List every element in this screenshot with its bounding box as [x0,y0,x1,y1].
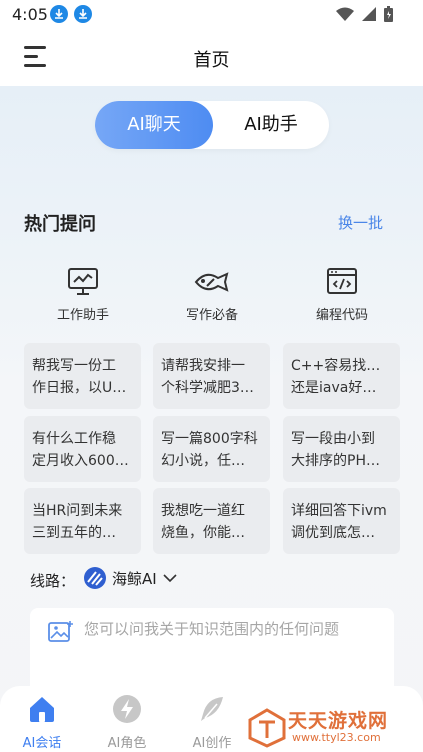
card-line: 烧鱼，你能… [161,525,245,541]
app-header: 首页 [0,32,423,86]
prompt-card[interactable]: 请帮我安排一 个科学减肥3… [153,343,270,409]
nav-ai-chat[interactable]: AI会话 [7,694,77,751]
chevron-down-icon [163,574,177,583]
card-line: 详细回答下ivm [291,503,387,519]
card-line: 幻小说，任… [161,453,245,469]
monitor-chart-icon [28,266,138,298]
battery-icon [384,6,393,22]
prompt-card[interactable]: 我想吃一道红 烧鱼，你能… [153,488,270,554]
prompt-card[interactable]: 当HR问到未来 三到五年的… [24,488,141,554]
route-label: 线路： [30,572,76,590]
card-line: 帮我写一份工 [32,358,116,374]
prompt-card[interactable]: 写一段由小到 大排序的PH… [283,416,400,482]
card-line: C++容易找工作 [291,358,392,374]
card-line: 定月收入600… [32,453,129,469]
nav-ai-create[interactable]: AI创作 [177,694,247,751]
prompt-card[interactable]: C++容易找工作 还是iava好… [283,343,400,409]
nav-label: AI角色 [107,736,147,751]
nav-ai-role[interactable]: AI角色 [92,694,162,751]
status-time: 4:05 [12,5,48,24]
card-line: 大排序的PH… [291,453,380,469]
card-line: 写一段由小到 [291,431,375,447]
home-icon [30,697,54,722]
card-line: 当HR问到未来 [32,503,123,519]
wifi-icon [336,7,354,21]
code-window-icon [287,266,397,298]
question-input-box [30,608,394,693]
prompt-card[interactable]: 写一篇800字科 幻小说，任… [153,416,270,482]
download-icon [74,5,92,23]
card-line: 我想吃一道红 [161,503,245,519]
signal-icon [362,7,376,21]
prompt-card[interactable]: 详细回答下ivm 调优到底怎… [283,488,400,554]
status-bar: 4:05 [0,0,423,32]
page-title: 首页 [193,50,230,71]
card-line: 写一篇800字科 [161,431,258,447]
watermark: 天天游戏网 www.ttyl23.com [244,704,423,752]
nav-label: AI创作 [192,736,232,751]
watermark-url: www.ttyl23.com [292,731,381,744]
question-input[interactable] [82,616,386,680]
haijing-logo-icon [84,567,106,589]
nav-label: AI会话 [22,736,62,751]
category-writing[interactable]: 写作必备 [157,266,267,323]
card-line: 调优到底怎… [291,525,375,541]
download-icon [50,5,68,23]
tab-ai-assistant[interactable]: AI助手 [213,101,329,149]
card-line: 请帮我安排一 [161,358,245,374]
hot-questions-title: 热门提问 [24,214,96,235]
prompt-card[interactable]: 帮我写一份工 作日报，以U… [24,343,141,409]
watermark-title: 天天游戏网 [288,710,389,732]
watermark-logo-icon [248,708,286,748]
category-label: 写作必备 [185,308,238,323]
mode-toggle: AI聊天 AI助手 [95,101,329,149]
card-line: 三到五年的… [32,525,116,541]
card-line: 个科学减肥3… [161,380,254,396]
card-line: 还是iava好… [291,380,377,396]
feather-icon [201,697,223,721]
category-work-assistant[interactable]: 工作助手 [28,266,138,323]
category-label: 工作助手 [56,308,109,323]
image-upload-icon[interactable] [48,620,74,648]
card-line: 有什么工作稳 [32,431,116,447]
category-coding[interactable]: 编程代码 [287,266,397,323]
lightning-icon [113,695,141,723]
prompt-card[interactable]: 有什么工作稳 定月收入600… [24,416,141,482]
tab-ai-chat[interactable]: AI聊天 [95,101,213,149]
fish-pen-icon [157,266,267,298]
route-selector[interactable]: 海鲸AI [84,567,177,589]
category-label: 编程代码 [315,308,368,323]
refresh-button[interactable]: 换一批 [338,212,383,233]
route-name: 海鲸AI [112,569,157,588]
card-line: 作日报，以U… [32,380,127,396]
